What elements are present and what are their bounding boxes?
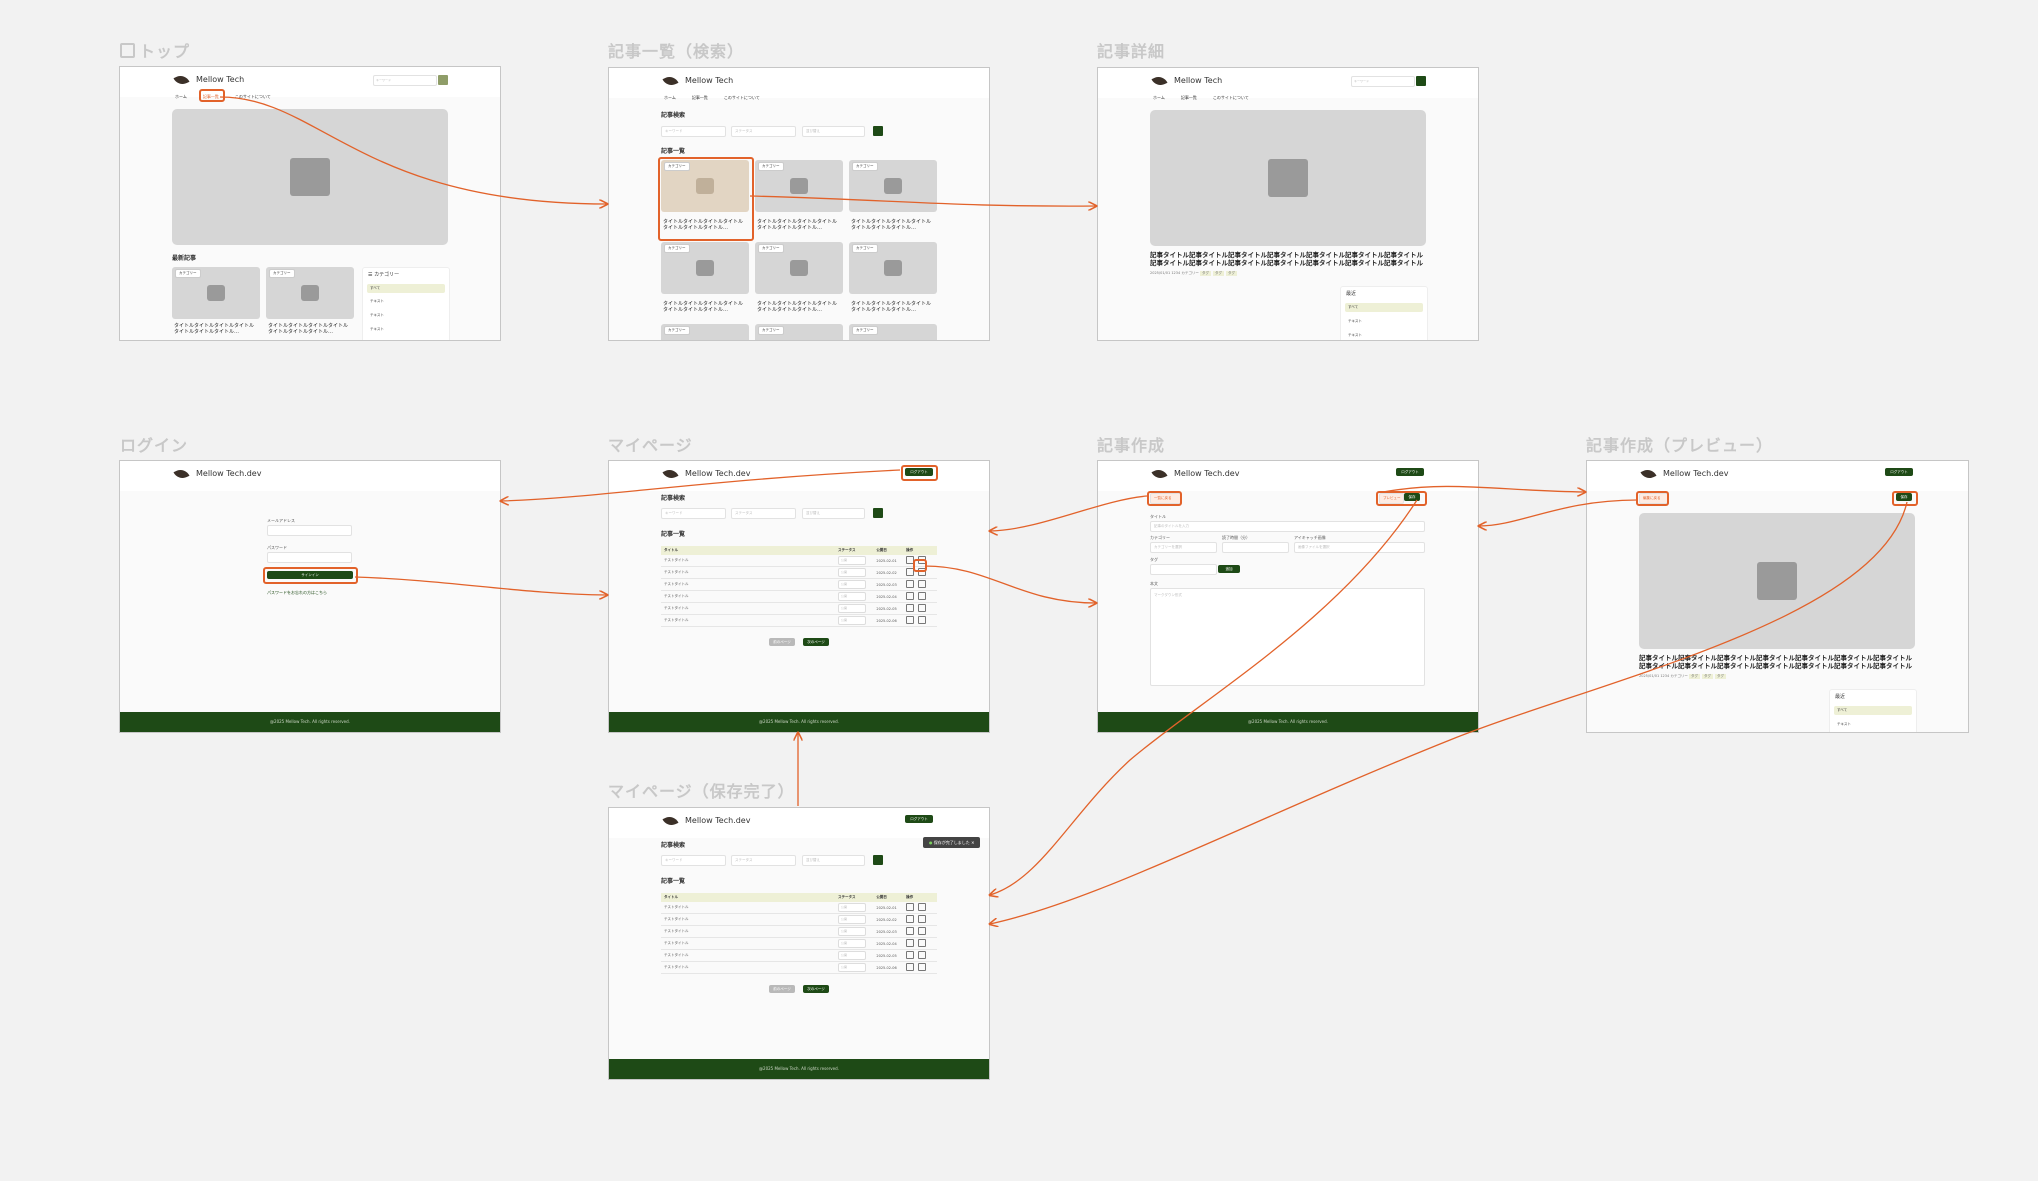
arrow-mypage-logout-to-login <box>501 469 901 501</box>
arrow-preview-back-to-create <box>1479 499 1638 526</box>
flow-arrows <box>219 96 1908 1181</box>
arrow-create-preview-to-preview <box>1382 485 1585 492</box>
arrow-mypage-edit-to-create <box>924 565 1096 603</box>
arrow-list-to-detail <box>749 195 1096 206</box>
arrow-top-to-list <box>219 96 607 204</box>
arrow-login-to-mypage <box>354 576 607 595</box>
arrow-preview-save-to-saved <box>990 501 1908 924</box>
arrow-create-save-to-saved <box>990 499 1418 895</box>
arrow-create-back-to-mypage <box>990 495 1148 531</box>
